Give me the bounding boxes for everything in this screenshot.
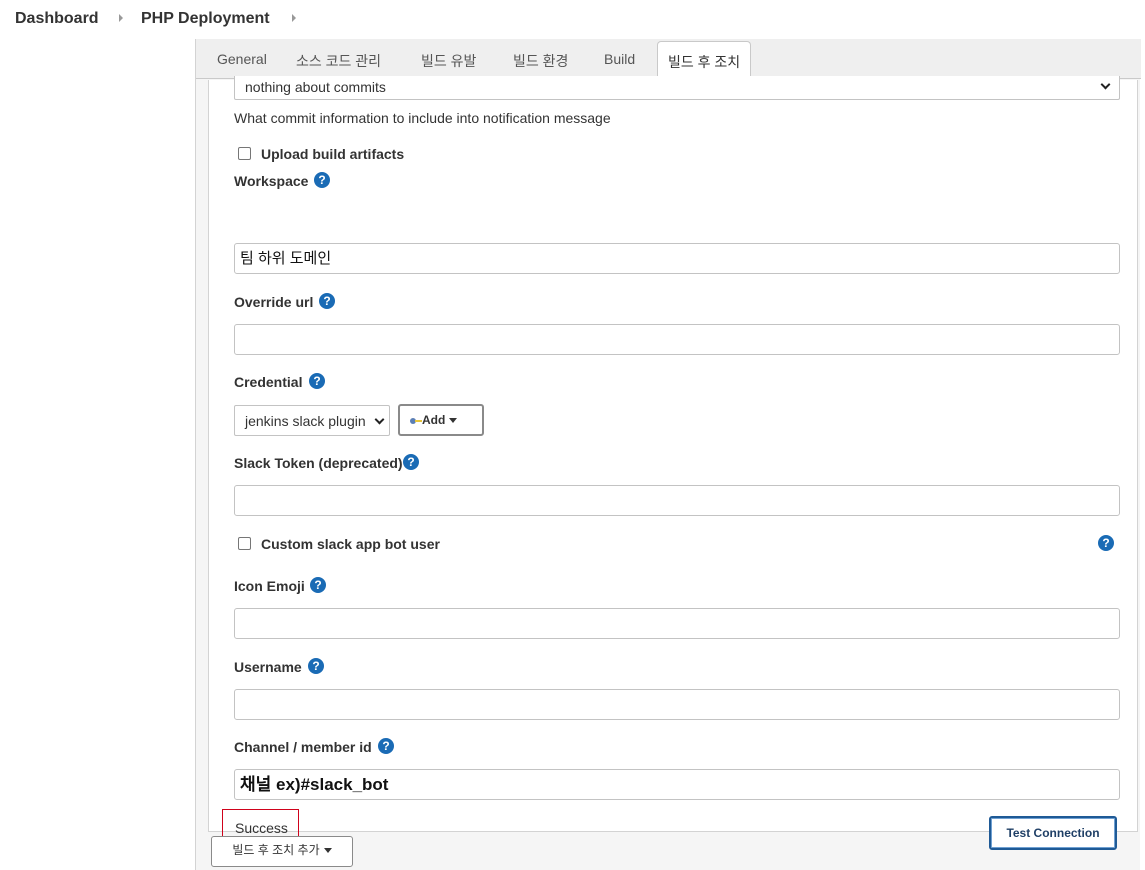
chevron-down-icon — [374, 414, 385, 425]
caret-down-icon — [449, 418, 458, 424]
sidebar — [0, 39, 195, 870]
help-icon[interactable]: ? — [378, 738, 394, 754]
breadcrumb: Dashboard PHP Deployment — [0, 0, 1145, 39]
tab-build-environment[interactable]: 빌드 환경 — [513, 51, 568, 71]
commit-info-select[interactable]: nothing about commits — [234, 76, 1120, 100]
slack-notification-panel: nothing about commits What commit inform… — [208, 76, 1138, 851]
connection-status-text: Success — [235, 820, 288, 836]
username-label: Username — [234, 659, 302, 675]
caret-down-icon — [323, 848, 332, 854]
add-post-build-action-button[interactable]: 빌드 후 조치 추가 — [211, 836, 353, 867]
workspace-label: Workspace — [234, 173, 309, 189]
username-input[interactable] — [234, 689, 1120, 720]
icon-emoji-input[interactable] — [234, 608, 1120, 639]
test-connection-button[interactable]: Test Connection — [989, 816, 1117, 850]
upload-artifacts-checkbox[interactable] — [238, 147, 251, 160]
custom-bot-user-label: Custom slack app bot user — [261, 536, 440, 552]
custom-bot-user-checkbox[interactable] — [238, 537, 251, 550]
workspace-input[interactable]: 팀 하위 도메인 — [234, 243, 1120, 274]
slack-token-input[interactable] — [234, 485, 1120, 516]
help-icon[interactable]: ? — [319, 293, 335, 309]
slack-token-label: Slack Token (deprecated) — [234, 455, 403, 471]
breadcrumb-php-deployment[interactable]: PHP Deployment — [141, 10, 270, 28]
help-icon[interactable]: ? — [403, 454, 419, 470]
commit-info-description: What commit information to include into … — [234, 110, 611, 126]
icon-emoji-label: Icon Emoji — [234, 578, 305, 594]
upload-artifacts-label: Upload build artifacts — [261, 146, 405, 162]
tab-post-build-actions[interactable]: 빌드 후 조치 — [657, 41, 752, 80]
help-icon[interactable]: ? — [309, 373, 325, 389]
add-post-build-action-label: 빌드 후 조치 추가 — [232, 843, 320, 857]
help-icon[interactable]: ? — [310, 577, 326, 593]
tab-build[interactable]: Build — [604, 51, 635, 67]
credential-label: Credential — [234, 374, 303, 390]
commit-info-select-value: nothing about commits — [245, 79, 386, 95]
tab-general[interactable]: General — [217, 51, 267, 67]
channel-label: Channel / member id — [234, 739, 372, 755]
breadcrumb-separator-icon — [292, 14, 296, 22]
help-icon[interactable]: ? — [308, 658, 324, 674]
job-config-area: General 소스 코드 관리 빌드 유발 빌드 환경 Build 빌드 후 … — [195, 39, 1141, 870]
channel-input[interactable]: 채널 ex)#slack_bot — [234, 769, 1120, 800]
credential-select[interactable]: jenkins slack plugin — [234, 405, 390, 436]
chevron-down-icon — [1100, 79, 1111, 90]
override-url-label: Override url — [234, 294, 314, 310]
add-label: Add — [422, 413, 446, 427]
tab-source-code[interactable]: 소스 코드 관리 — [296, 51, 381, 71]
breadcrumb-dashboard[interactable]: Dashboard — [15, 10, 99, 28]
credential-select-value: jenkins slack plugin — [245, 413, 366, 429]
help-icon[interactable]: ? — [314, 172, 330, 188]
key-icon — [410, 417, 422, 424]
tab-build-triggers[interactable]: 빌드 유발 — [421, 51, 476, 71]
config-tab-bar: General 소스 코드 관리 빌드 유발 빌드 환경 Build 빌드 후 … — [196, 39, 1141, 80]
help-icon[interactable]: ? — [1098, 535, 1114, 551]
override-url-input[interactable] — [234, 324, 1120, 355]
credential-add-button[interactable]: Add — [398, 404, 484, 436]
breadcrumb-separator-icon — [119, 14, 123, 22]
